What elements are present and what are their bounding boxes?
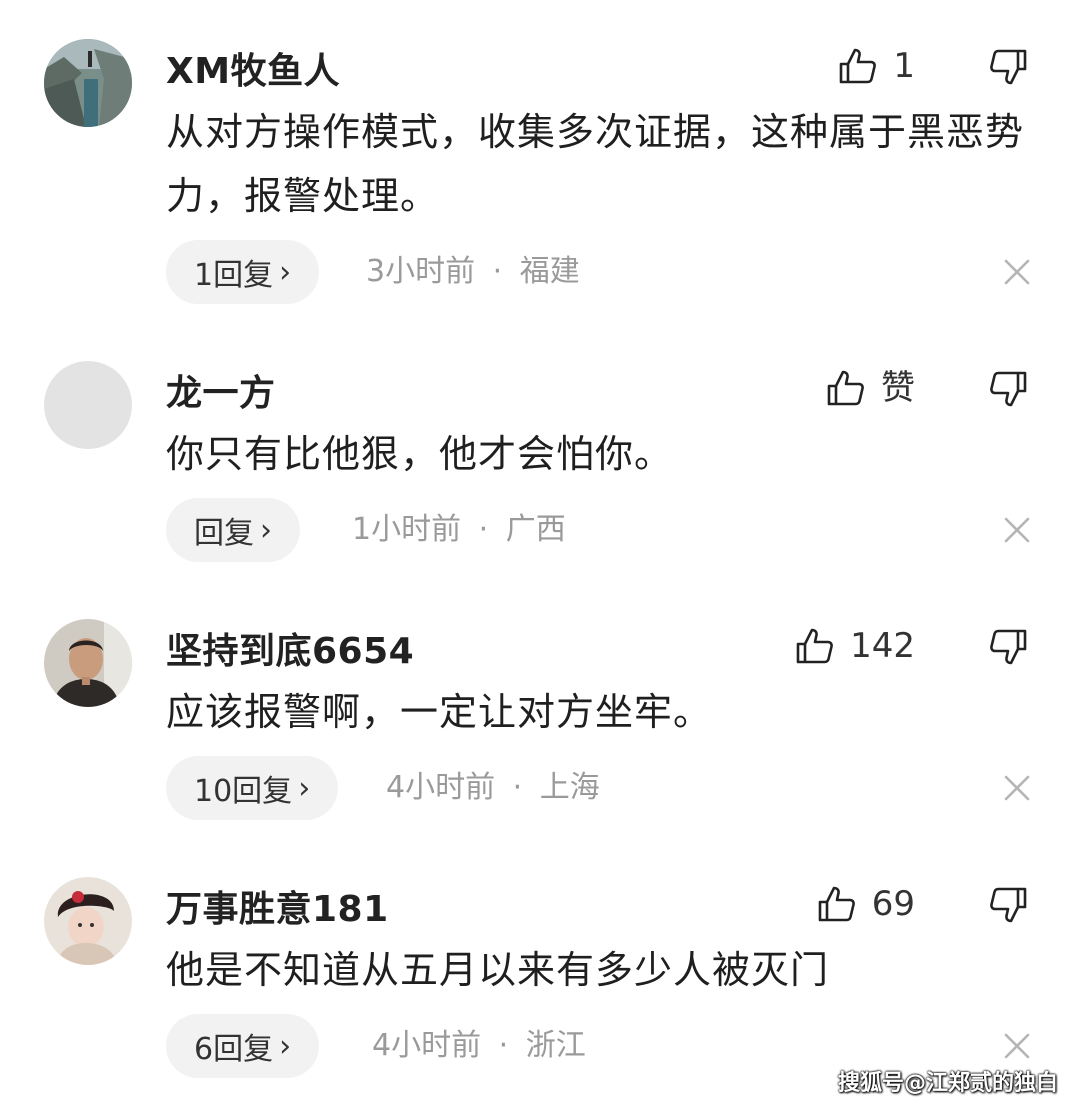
like-count: 69	[871, 884, 915, 924]
thumbs-up-icon	[796, 628, 833, 664]
comment-meta: 3小时前 · 福建	[366, 240, 580, 304]
username[interactable]: 坚持到底6654	[166, 622, 414, 674]
comment-location: 上海	[539, 770, 600, 805]
like-count: 赞	[881, 368, 915, 408]
comment-meta: 4小时前 · 上海	[386, 756, 600, 820]
meta-separator: ·	[492, 254, 503, 289]
thumbs-down-icon[interactable]	[987, 626, 1029, 668]
chevron-right-icon: ›	[298, 770, 311, 806]
close-icon[interactable]	[1002, 257, 1032, 287]
close-icon[interactable]	[1002, 1031, 1032, 1061]
thumbs-up-icon	[818, 886, 855, 922]
username[interactable]: 万事胜意181	[166, 880, 389, 932]
comment-meta: 4小时前 · 浙江	[372, 1014, 586, 1078]
avatar[interactable]	[44, 877, 132, 965]
comment-location: 广西	[505, 512, 566, 547]
comment-item: 龙一方 赞 你只有比他狠，他才会怕你。 回复 › 1小时前 · 广西	[0, 322, 1080, 580]
comment-text: 应该报警啊，一定让对方坐牢。	[166, 690, 713, 734]
meta-separator: ·	[478, 512, 489, 547]
username[interactable]: 龙一方	[166, 364, 276, 416]
blank-gray-avatar-icon	[44, 361, 132, 449]
reply-label: 10回复	[194, 774, 293, 809]
reply-label: 1回复	[194, 258, 274, 293]
like-button[interactable]: 69	[816, 882, 915, 926]
watermark: 搜狐号@江郑贰的独白	[837, 1071, 1058, 1096]
child-portrait-avatar-icon	[44, 877, 132, 965]
comment-location: 浙江	[525, 1028, 586, 1063]
comment-text: 从对方操作模式，收集多次证据，这种属于黑恶势力，报警处理。	[166, 110, 1025, 218]
avatar[interactable]	[44, 361, 132, 449]
chevron-right-icon: ›	[279, 254, 292, 290]
like-button[interactable]: 142	[794, 624, 915, 668]
meta-separator: ·	[512, 770, 523, 805]
comment-item: 坚持到底6654 142 应该报警啊，一定让对方坐牢。 10回复 › 4小时前 …	[0, 580, 1080, 838]
avatar[interactable]	[44, 619, 132, 707]
comment-item: XM牧鱼人 1 从对方操作模式，收集多次证据，这种属于黑恶势力，报警处理。 1回…	[0, 0, 1080, 304]
comment-time: 1小时前	[352, 512, 462, 547]
comment-text: 你只有比他狠，他才会怕你。	[166, 432, 674, 476]
close-icon[interactable]	[1002, 515, 1032, 545]
like-count: 1	[893, 46, 915, 86]
comment-location: 福建	[519, 254, 580, 289]
like-button[interactable]: 赞	[825, 366, 915, 410]
comment-time: 4小时前	[372, 1028, 482, 1063]
thumbs-down-icon[interactable]	[987, 46, 1029, 88]
thumbs-up-icon	[840, 48, 877, 84]
comment-item: 万事胜意181 69 他是不知道从五月以来有多少人被灭门 6回复 › 4小时前 …	[0, 838, 1080, 1096]
landscape-photo-avatar-icon	[44, 39, 132, 127]
thumbs-up-icon	[827, 370, 864, 406]
like-button[interactable]: 1	[837, 44, 915, 88]
reply-label: 回复	[194, 516, 254, 551]
reply-button[interactable]: 1回复 ›	[166, 240, 320, 304]
comment-time: 3小时前	[366, 254, 476, 289]
reply-label: 6回复	[194, 1032, 274, 1067]
like-count: 142	[850, 626, 915, 666]
chevron-right-icon: ›	[260, 512, 272, 548]
close-icon[interactable]	[1002, 773, 1032, 803]
comment-meta: 1小时前 · 广西	[352, 498, 566, 562]
thumbs-down-icon[interactable]	[987, 884, 1029, 926]
comment-text: 他是不知道从五月以来有多少人被灭门	[166, 948, 830, 992]
reply-button[interactable]: 6回复 ›	[166, 1014, 320, 1078]
thumbs-down-icon[interactable]	[987, 368, 1029, 410]
avatar[interactable]	[44, 39, 132, 127]
meta-separator: ·	[498, 1028, 509, 1063]
comment-time: 4小时前	[386, 770, 496, 805]
chevron-right-icon: ›	[279, 1028, 292, 1064]
reply-button[interactable]: 回复 ›	[166, 498, 300, 562]
username[interactable]: XM牧鱼人	[166, 42, 340, 94]
reply-button[interactable]: 10回复 ›	[166, 756, 339, 820]
man-portrait-avatar-icon	[44, 619, 132, 707]
